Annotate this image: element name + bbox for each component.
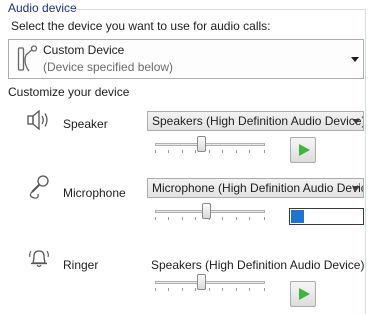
ringer-label: Ringer [63,258,99,272]
microphone-icon [29,175,49,199]
ringer-play-button[interactable] [290,281,316,307]
instruction-text: Select the device you want to use for au… [11,19,271,33]
speaker-play-button[interactable] [290,137,316,163]
microphone-speaker-icon [17,45,38,72]
group-divider [66,9,366,10]
ringer-volume-track [155,281,265,284]
microphone-volume-slider[interactable] [202,203,212,219]
device-dropdown[interactable]: Custom Device (Device specified below) [8,39,364,79]
microphone-device-value: Microphone (High Definition Audio Device… [152,181,364,195]
speaker-volume-slider[interactable] [196,136,206,152]
speaker-device-select[interactable]: Speakers (High Definition Audio Device) [147,111,364,131]
play-icon [299,144,310,156]
bell-icon [29,250,49,268]
group-title: Audio device [8,1,77,15]
speaker-volume-track [155,143,265,146]
speaker-label: Speaker [63,117,108,131]
microphone-label: Microphone [63,186,126,200]
ringer-volume-ticks [155,288,265,292]
speaker-icon [27,109,48,131]
speaker-device-value: Speakers (High Definition Audio Device) [152,114,364,128]
speaker-volume-ticks [155,150,265,154]
play-icon [299,288,310,300]
group-border [365,9,366,314]
ringer-volume-slider[interactable] [196,274,206,290]
ringer-device-text: Speakers (High Definition Audio Device) [151,258,365,272]
microphone-level-meter [289,208,364,225]
chevron-down-icon [352,186,360,191]
chevron-down-icon [352,119,360,124]
device-name: Custom Device [43,43,125,57]
device-subtitle: (Device specified below) [43,60,174,74]
customize-label: Customize your device [8,85,130,99]
microphone-level-fill [291,210,304,223]
microphone-device-select[interactable]: Microphone (High Definition Audio Device… [147,178,364,198]
chevron-down-icon [351,57,359,62]
